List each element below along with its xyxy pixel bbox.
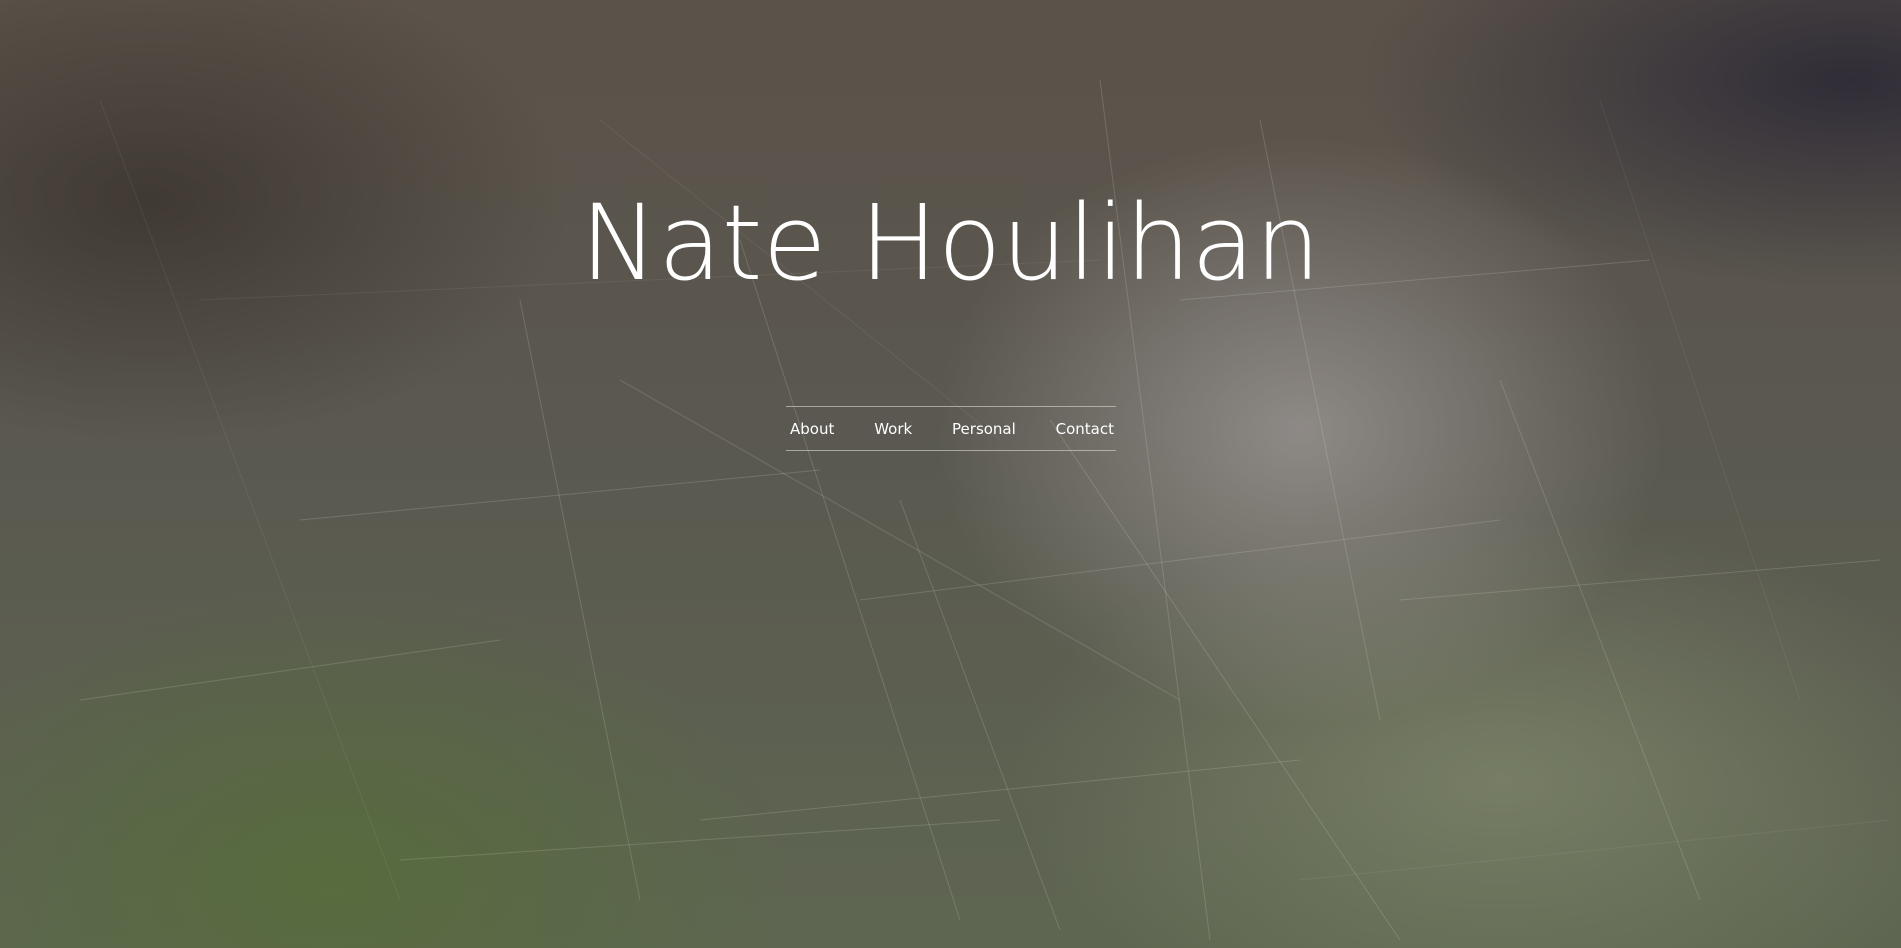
nav-link-contact[interactable]: Contact: [1056, 418, 1114, 439]
hero-section: Nate Houlihan About Work Personal Contac…: [0, 0, 1901, 948]
nav-link-work[interactable]: Work: [874, 418, 912, 439]
page-title: Nate Houlihan: [580, 182, 1321, 304]
main-nav: About Work Personal Contact: [786, 406, 1116, 451]
nav-link-personal[interactable]: Personal: [952, 418, 1016, 439]
nav-link-about[interactable]: About: [790, 418, 834, 439]
